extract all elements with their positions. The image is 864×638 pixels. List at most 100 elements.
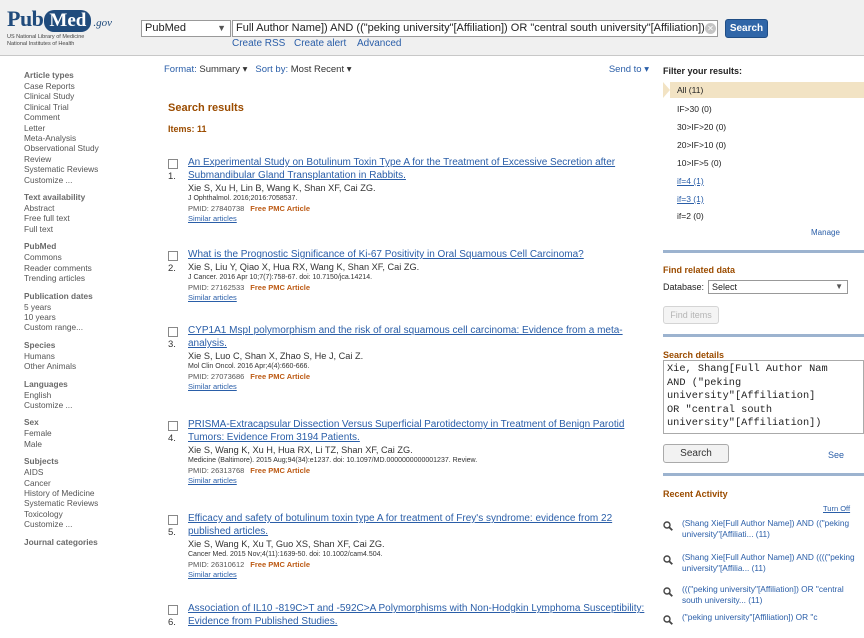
free-pmc-article-link[interactable]: Free PMC Article <box>250 283 310 292</box>
send-to-menu[interactable]: Send to ▾ <box>609 64 649 75</box>
sidebar-filter-item[interactable]: Systematic Reviews <box>24 164 159 174</box>
filter-if-4[interactable]: if=4 (1) <box>677 176 704 186</box>
sidebar-filter-item[interactable]: Customize ... <box>24 519 159 529</box>
similar-articles-link[interactable]: Similar articles <box>188 214 648 224</box>
filter-all[interactable]: All (11) <box>677 85 703 95</box>
create-rss-link[interactable]: Create RSS <box>232 38 285 49</box>
filter-results-heading: Filter your results: <box>663 66 743 76</box>
sidebar-filter-item[interactable]: Custom range... <box>24 322 159 332</box>
free-pmc-article-link[interactable]: Free PMC Article <box>250 560 310 569</box>
free-pmc-article-link[interactable]: Free PMC Article <box>250 372 310 381</box>
see-more-link[interactable]: See <box>828 450 844 460</box>
pubmed-logo[interactable]: Pub Med .gov US National Library of Medici… <box>7 6 127 50</box>
sidebar-group-heading[interactable]: Article types <box>24 70 159 81</box>
turn-off-link[interactable]: Turn Off <box>823 504 850 513</box>
filter-if-3[interactable]: if=3 (1) <box>677 194 704 204</box>
sidebar-filter-item[interactable]: Trending articles <box>24 273 159 283</box>
result-title-link[interactable]: PRISMA-Extracapsular Dissection Versus S… <box>188 418 648 444</box>
sidebar-group-heading[interactable]: PubMed <box>24 241 159 252</box>
filter-if-20-30[interactable]: 30>IF>20 (0) <box>677 122 726 132</box>
sidebar-filter-item[interactable]: Abstract <box>24 203 159 213</box>
free-pmc-article-link[interactable]: Free PMC Article <box>250 204 310 213</box>
sidebar-filter-item[interactable]: Toxicology <box>24 509 159 519</box>
sidebar-filter-item[interactable]: Reader comments <box>24 263 159 273</box>
sidebar-filter-group: Sex Female Male <box>24 417 159 449</box>
sidebar-filter-item[interactable]: English <box>24 390 159 400</box>
result-citation: J Ophthalmol. 2016;2016:7058537. <box>188 195 298 202</box>
sidebar-filter-item[interactable]: Systematic Reviews <box>24 498 159 508</box>
sidebar-filter-item[interactable]: History of Medicine <box>24 488 159 498</box>
sidebar-group-heading[interactable]: Publication dates <box>24 291 159 302</box>
sidebar-filter-item[interactable]: Customize ... <box>24 175 159 185</box>
similar-articles-link[interactable]: Similar articles <box>188 570 648 580</box>
sidebar-filter-item[interactable]: Other Animals <box>24 361 159 371</box>
advanced-search-link[interactable]: Advanced <box>357 38 401 49</box>
select-checkbox[interactable] <box>168 327 178 337</box>
select-checkbox[interactable] <box>168 159 178 169</box>
clear-icon[interactable]: ✕ <box>705 23 716 34</box>
related-database-select[interactable]: Select ▼ <box>708 280 848 294</box>
sidebar-filter-item[interactable]: Commons <box>24 252 159 262</box>
result-title-link[interactable]: Efficacy and safety of botulinum toxin t… <box>188 512 648 538</box>
result-number: 1. <box>168 171 176 182</box>
sort-menu[interactable]: Sort by: Most Recent ▾ <box>255 64 351 75</box>
sidebar-filter-item[interactable]: Clinical Trial <box>24 102 159 112</box>
sidebar-group-heading[interactable]: Languages <box>24 379 159 390</box>
sidebar-filter-item[interactable]: Free full text <box>24 213 159 223</box>
sidebar-group-heading[interactable]: Sex <box>24 417 159 428</box>
format-menu[interactable]: Format: Summary ▾ <box>164 64 247 75</box>
result-title-link[interactable]: What is the Prognostic Significance of K… <box>188 248 648 261</box>
free-pmc-article-link[interactable]: Free PMC Article <box>250 466 310 475</box>
result-title-link[interactable]: An Experimental Study on Botulinum Toxin… <box>188 156 648 182</box>
sidebar-filter-item[interactable]: Comment <box>24 112 159 122</box>
filter-if-10-20[interactable]: 20>IF>10 (0) <box>677 140 726 150</box>
search-button[interactable]: Search <box>725 19 768 38</box>
sidebar-filter-item[interactable]: Clinical Study <box>24 91 159 101</box>
select-checkbox[interactable] <box>168 421 178 431</box>
sidebar-filter-item[interactable]: Case Reports <box>24 81 159 91</box>
recent-activity-heading: Recent Activity <box>663 489 728 499</box>
select-checkbox[interactable] <box>168 251 178 261</box>
filter-if-over-30[interactable]: IF>30 (0) <box>677 104 712 114</box>
sidebar-filter-item[interactable]: Female <box>24 428 159 438</box>
search-icon <box>663 612 673 625</box>
create-alert-link[interactable]: Create alert <box>294 38 346 49</box>
sidebar-group-heading[interactable]: Text availability <box>24 192 159 203</box>
similar-articles-link[interactable]: Similar articles <box>188 476 648 486</box>
sidebar-filter-group: Languages English Customize ... <box>24 379 159 411</box>
manage-filters-link[interactable]: Manage <box>811 228 840 237</box>
sidebar-filter-item[interactable]: Review <box>24 154 159 164</box>
logo-pub-text: Pub <box>7 6 44 31</box>
filter-if-2[interactable]: if=2 (0) <box>677 211 704 221</box>
filter-if-5-10[interactable]: 10>IF>5 (0) <box>677 158 721 168</box>
format-value: Summary <box>199 64 241 75</box>
sidebar-filter-item[interactable]: Humans <box>24 351 159 361</box>
sidebar-group-heading[interactable]: Subjects <box>24 456 159 467</box>
sidebar-group-heading[interactable]: Journal categories <box>24 537 159 548</box>
query-line: Xie, Shang[Full Author Nam <box>667 363 828 375</box>
sidebar-filter-item[interactable]: Meta-Analysis <box>24 133 159 143</box>
sidebar-filter-item[interactable]: Cancer <box>24 478 159 488</box>
search-details-query[interactable]: Xie, Shang[Full Author Nam AND ("peking un… <box>663 360 864 434</box>
sidebar-filter-item[interactable]: Male <box>24 439 159 449</box>
similar-articles-link[interactable]: Similar articles <box>188 382 648 392</box>
find-items-button[interactable]: Find items <box>663 306 719 324</box>
sidebar-filter-item[interactable]: 5 years <box>24 302 159 312</box>
sidebar-filter-item[interactable]: Customize ... <box>24 400 159 410</box>
details-search-button[interactable]: Search <box>663 444 729 463</box>
sidebar-filter-item[interactable]: AIDS <box>24 467 159 477</box>
similar-articles-link[interactable]: Similar articles <box>188 293 648 303</box>
sidebar-filter-item[interactable]: Letter <box>24 123 159 133</box>
database-select[interactable]: PubMed ▼ <box>141 20 231 37</box>
sidebar-filter-item[interactable]: Full text <box>24 224 159 234</box>
result-pmid-line: PMID: 26310612 Free PMC Article <box>188 560 648 570</box>
sidebar-filter-item[interactable]: Observational Study <box>24 143 159 153</box>
search-input[interactable]: Full Author Name]) AND (("peking univers… <box>232 20 718 37</box>
sidebar-filter-item[interactable]: 10 years <box>24 312 159 322</box>
result-pmid: PMID: 26313768 <box>188 466 245 475</box>
result-title-link[interactable]: CYP1A1 MspI polymorphism and the risk of… <box>188 324 648 350</box>
select-checkbox[interactable] <box>168 605 178 615</box>
result-title-link[interactable]: Association of IL10 -819C>T and -592C>A … <box>188 602 648 628</box>
sidebar-group-heading[interactable]: Species <box>24 340 159 351</box>
select-checkbox[interactable] <box>168 515 178 525</box>
